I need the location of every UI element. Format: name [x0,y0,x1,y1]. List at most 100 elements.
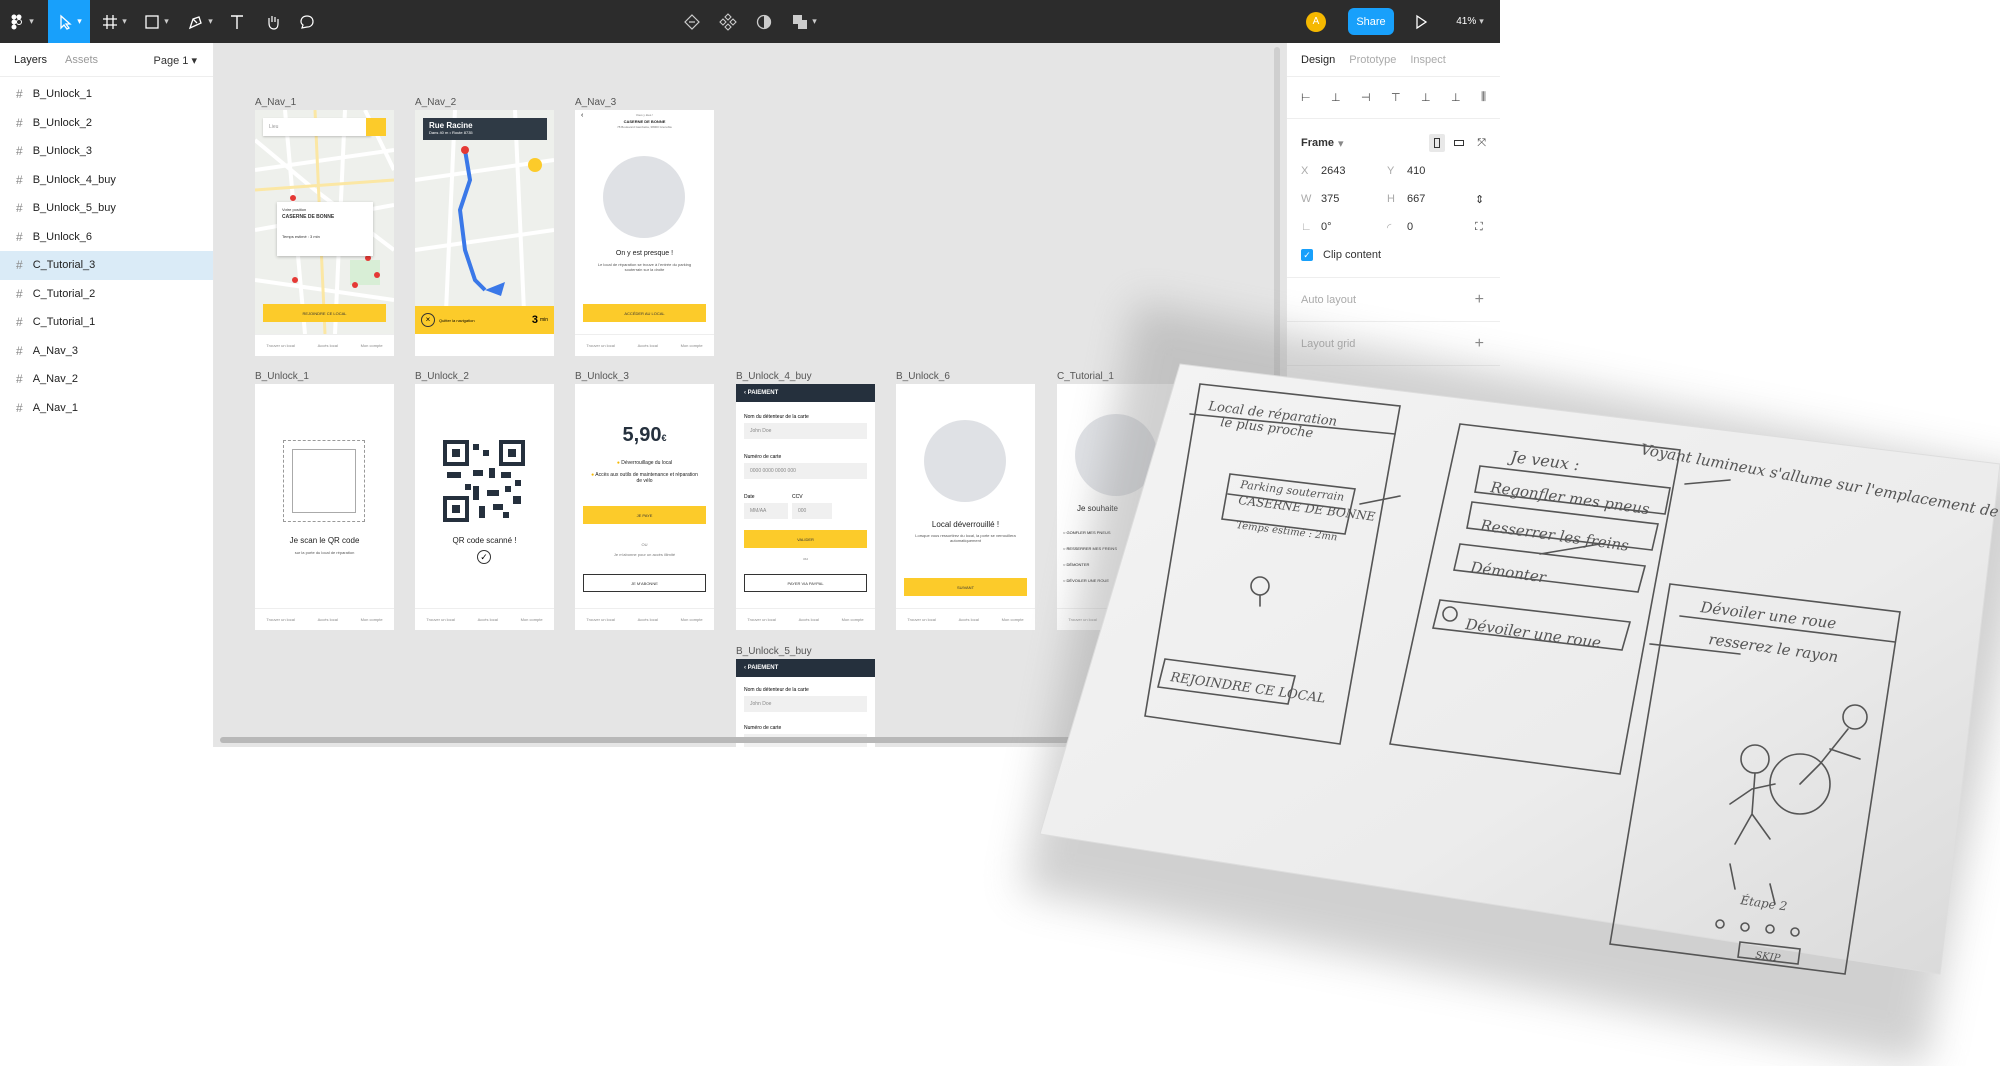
tab-design[interactable]: Design [1301,54,1335,66]
layer-item[interactable]: # A_Nav_3 [0,337,213,366]
frame-a-nav-2[interactable]: Rue Racine Dans 40 m • Route 8735 × Quit… [415,110,554,356]
tab-assets[interactable]: Assets [65,54,98,66]
nav-find[interactable]: Trouver un local [747,617,776,622]
map-search-input[interactable]: Lieu [263,118,371,136]
landscape-icon[interactable] [1451,134,1467,152]
cardholder-input[interactable]: John Doe [744,696,867,712]
frame-b-unlock-4[interactable]: ‹ PAIEMENT Nom du détenteur de la carte … [736,384,875,630]
add-auto-layout-icon[interactable]: + [1475,291,1484,309]
layer-item[interactable]: # C_Tutorial_1 [0,308,213,337]
corner-radius-input[interactable]: 0 [1407,221,1473,233]
tab-layers[interactable]: Layers [14,54,47,66]
layer-item[interactable]: # C_Tutorial_2 [0,280,213,309]
tab-inspect[interactable]: Inspect [1410,54,1445,66]
frame-b-unlock-3[interactable]: 5,90€ ● Déverrouillage du local ● Accès … [575,384,714,630]
nav-find[interactable]: Trouver un local [586,617,615,622]
frame-b-unlock-6[interactable]: Local déverrouillé ! Lorsque vous ressor… [896,384,1035,630]
validate-button[interactable]: VALIDER [744,530,867,548]
frame-label-a-nav-1[interactable]: A_Nav_1 [255,97,296,108]
clip-content-row[interactable]: ✓ Clip content [1301,241,1486,269]
nav-account[interactable]: Mon compte [521,617,543,622]
present-button[interactable] [1410,0,1432,43]
align-top-icon[interactable]: ⊤ [1391,91,1405,105]
hand-tool-button[interactable] [262,0,284,43]
frame-b-unlock-1[interactable]: Je scan le QR code sur la porte du local… [255,384,394,630]
x-input[interactable]: 2643 [1321,165,1387,177]
next-button[interactable]: SUIVANT [904,578,1027,596]
move-tool-button[interactable]: ▾ [48,0,90,43]
frame-tool-button[interactable]: ▾ [98,0,130,43]
create-component-button[interactable] [716,0,740,43]
frame-label-a-nav-3[interactable]: A_Nav_3 [575,97,616,108]
nav-account[interactable]: Mon compte [361,617,383,622]
tab-prototype[interactable]: Prototype [1349,54,1396,66]
nav-account[interactable]: Mon compte [361,343,383,348]
comment-tool-button[interactable] [296,0,318,43]
figma-menu-icon[interactable]: ▾ [8,0,34,43]
align-center-h-icon[interactable]: ⊥ [1331,91,1345,105]
frame-label-b-unlock-2[interactable]: B_Unlock_2 [415,371,469,382]
layer-item[interactable]: # A_Nav_2 [0,365,213,394]
frame-b-unlock-2[interactable]: QR code scanné ! ✓ Trouver un local Accès… [415,384,554,630]
nav-account[interactable]: Mon compte [681,343,703,348]
frame-label-b-unlock-5[interactable]: B_Unlock_5_buy [736,646,812,657]
card-number-input[interactable]: 0000 0000 0000 000 [744,463,867,479]
nav-access[interactable]: Accès local [638,617,658,622]
cardholder-input[interactable]: John Doe [744,423,867,439]
subscribe-button[interactable]: JE M'ABONNE [583,574,706,592]
layer-item[interactable]: # B_Unlock_5_buy [0,194,213,223]
portrait-icon[interactable] [1429,134,1446,152]
frame-b-unlock-5[interactable]: ‹ PAIEMENT Nom du détenteur de la carte … [736,659,875,747]
component-reset-button[interactable] [680,0,704,43]
shape-tool-button[interactable]: ▾ [140,0,172,43]
paypal-button[interactable]: PAYER VIA PAYPAL [744,574,867,592]
nav-access[interactable]: Accès local [799,617,819,622]
layer-item[interactable]: # B_Unlock_4_buy [0,166,213,195]
frame-a-nav-1[interactable]: Lieu Votre position CASERNE DE BONNE Tem… [255,110,394,356]
date-input[interactable]: MM/AA [744,503,788,519]
layer-item[interactable]: # B_Unlock_1 [0,80,213,109]
frame-label-a-nav-2[interactable]: A_Nav_2 [415,97,456,108]
frame-label-b-unlock-1[interactable]: B_Unlock_1 [255,371,309,382]
pen-tool-button[interactable]: ▾ [184,0,216,43]
constrain-proportions-icon[interactable]: ⇕ [1475,193,1484,206]
share-button[interactable]: Share [1348,8,1394,35]
align-middle-v-icon[interactable]: ⊥ [1421,91,1435,105]
nav-access[interactable]: Accès local [318,343,338,348]
mask-button[interactable] [752,0,776,43]
close-icon[interactable]: × [421,313,435,327]
nav-find[interactable]: Trouver un local [266,617,295,622]
y-input[interactable]: 410 [1407,165,1473,177]
access-local-button[interactable]: ACCÉDER AU LOCAL [583,304,706,322]
join-local-button[interactable]: REJOINDRE CE LOCAL [263,304,386,322]
boolean-button[interactable]: ▾ [788,0,820,43]
layer-item[interactable]: # B_Unlock_3 [0,137,213,166]
nav-find[interactable]: Trouver un local [266,343,295,348]
nav-account[interactable]: Mon compte [681,617,703,622]
distribute-icon[interactable]: ⫼ [1481,91,1495,105]
layer-item[interactable]: # C_Tutorial_3 [0,251,213,280]
frame-label-b-unlock-6[interactable]: B_Unlock_6 [896,371,950,382]
quit-nav[interactable]: Quitter la navigation [439,318,475,323]
nav-account[interactable]: Mon compte [1002,617,1024,622]
ccv-input[interactable]: 000 [792,503,832,519]
layer-item[interactable]: # B_Unlock_6 [0,223,213,252]
resize-to-fit-icon[interactable]: ⤧ [1477,137,1486,150]
text-tool-button[interactable] [226,0,248,43]
layer-item[interactable]: # A_Nav_1 [0,394,213,423]
nav-find[interactable]: Trouver un local [426,617,455,622]
place-card[interactable]: Votre position CASERNE DE BONNE Temps es… [277,202,373,256]
horizontal-scrollbar[interactable] [220,737,1080,743]
nav-access[interactable]: Accès local [478,617,498,622]
nav-account[interactable]: Mon compte [842,617,864,622]
independent-corners-icon[interactable]: ⛶ [1475,221,1483,234]
nav-access[interactable]: Accès local [959,617,979,622]
w-input[interactable]: 375 [1321,193,1387,205]
map-search-button[interactable] [366,118,386,136]
pay-button[interactable]: JE PAYE [583,506,706,524]
frame-label-b-unlock-4[interactable]: B_Unlock_4_buy [736,371,812,382]
align-left-icon[interactable]: ⊢ [1301,91,1315,105]
user-avatar[interactable]: A [1306,0,1326,43]
zoom-dropdown[interactable]: 41% ▾ [1450,0,1490,43]
h-input[interactable]: 667 [1407,193,1473,205]
